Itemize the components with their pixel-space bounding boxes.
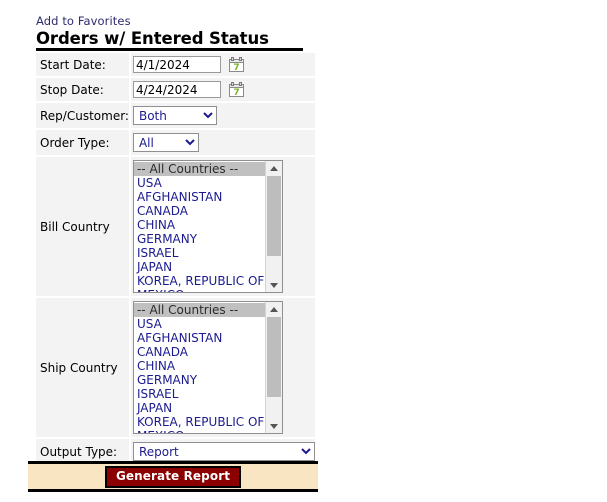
footer-divider-bottom <box>28 489 318 492</box>
generate-report-button[interactable]: Generate Report <box>105 466 241 488</box>
rep-customer-label: Rep/Customer: <box>36 103 129 130</box>
list-item[interactable]: KOREA, REPUBLIC OF <box>134 415 265 429</box>
list-item[interactable]: -- All Countries -- <box>134 162 265 176</box>
stop-date-cell: 7 <box>129 78 315 103</box>
scroll-down-arrow-icon[interactable] <box>266 419 282 433</box>
list-item[interactable]: CHINA <box>134 359 265 373</box>
list-item[interactable]: MEXICO <box>134 288 265 293</box>
ship-country-cell: -- All Countries --USAAFGHANISTANCANADAC… <box>129 298 315 439</box>
start-date-label: Start Date: <box>36 53 129 78</box>
bill-country-listbox[interactable]: -- All Countries --USAAFGHANISTANCANADAC… <box>133 160 283 293</box>
bill-country-scrollbar[interactable] <box>265 161 282 292</box>
list-item[interactable]: GERMANY <box>134 373 265 387</box>
scrollbar-thumb[interactable] <box>267 176 281 256</box>
add-to-favorites-link[interactable]: Add to Favorites <box>36 14 131 28</box>
table-row-stop-date: Stop Date: 7 <box>36 78 315 103</box>
table-row-ship-country: Ship Country -- All Countries --USAAFGHA… <box>36 298 315 439</box>
list-item[interactable]: ISRAEL <box>134 387 265 401</box>
list-item[interactable]: KOREA, REPUBLIC OF <box>134 274 265 288</box>
table-row-rep-customer: Rep/Customer: Both <box>36 103 315 130</box>
scroll-down-arrow-icon[interactable] <box>266 278 282 292</box>
output-type-select[interactable]: Report <box>133 442 315 461</box>
list-item[interactable]: USA <box>134 317 265 331</box>
order-type-label: Order Type: <box>36 130 129 157</box>
report-parameters-page: Add to Favorites Orders w/ Entered Statu… <box>0 0 607 502</box>
report-parameters-table: Start Date: 7 Stop <box>36 53 315 466</box>
ship-country-options: -- All Countries --USAAFGHANISTANCANADAC… <box>134 302 265 434</box>
scroll-up-arrow-icon[interactable] <box>266 161 282 175</box>
stop-date-label: Stop Date: <box>36 78 129 103</box>
list-item[interactable]: CANADA <box>134 204 265 218</box>
list-item[interactable]: ISRAEL <box>134 246 265 260</box>
ship-country-listbox[interactable]: -- All Countries --USAAFGHANISTANCANADAC… <box>133 301 283 434</box>
svg-text:7: 7 <box>233 63 239 72</box>
scroll-up-arrow-icon[interactable] <box>266 302 282 316</box>
page-title: Orders w/ Entered Status <box>36 29 269 48</box>
list-item[interactable]: JAPAN <box>134 401 265 415</box>
rep-customer-cell: Both <box>129 103 315 130</box>
bill-country-options: -- All Countries --USAAFGHANISTANCANADAC… <box>134 161 265 293</box>
calendar-icon[interactable]: 7 <box>229 57 244 72</box>
title-divider <box>36 48 303 51</box>
list-item[interactable]: -- All Countries -- <box>134 303 265 317</box>
rep-customer-select[interactable]: Both <box>133 106 217 125</box>
table-row-order-type: Order Type: All <box>36 130 315 157</box>
ship-country-scrollbar[interactable] <box>265 302 282 433</box>
bill-country-cell: -- All Countries --USAAFGHANISTANCANADAC… <box>129 157 315 298</box>
bill-country-label: Bill Country <box>36 157 129 298</box>
calendar-icon[interactable]: 7 <box>229 82 244 97</box>
list-item[interactable]: AFGHANISTAN <box>134 331 265 345</box>
list-item[interactable]: CHINA <box>134 218 265 232</box>
table-row-start-date: Start Date: 7 <box>36 53 315 78</box>
ship-country-label: Ship Country <box>36 298 129 439</box>
list-item[interactable]: USA <box>134 176 265 190</box>
stop-date-input[interactable] <box>133 81 221 98</box>
order-type-cell: All <box>129 130 315 157</box>
order-type-select[interactable]: All <box>133 133 199 152</box>
svg-text:7: 7 <box>233 88 239 97</box>
list-item[interactable]: MEXICO <box>134 429 265 434</box>
list-item[interactable]: CANADA <box>134 345 265 359</box>
action-bar: Generate Report <box>28 464 318 489</box>
table-row-bill-country: Bill Country -- All Countries --USAAFGHA… <box>36 157 315 298</box>
scrollbar-thumb[interactable] <box>267 317 281 397</box>
start-date-input[interactable] <box>133 56 221 73</box>
start-date-cell: 7 <box>129 53 315 78</box>
list-item[interactable]: GERMANY <box>134 232 265 246</box>
list-item[interactable]: JAPAN <box>134 260 265 274</box>
list-item[interactable]: AFGHANISTAN <box>134 190 265 204</box>
